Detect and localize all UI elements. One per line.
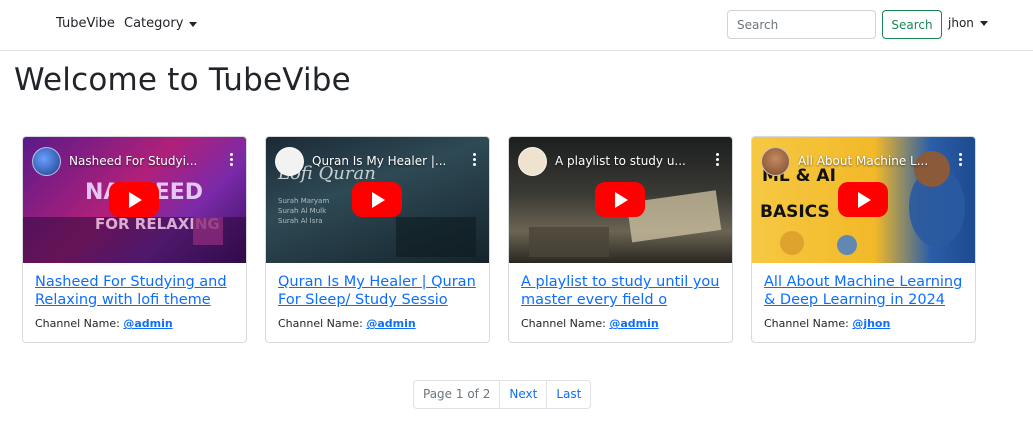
chevron-down-icon: [979, 21, 988, 26]
page-title: Welcome to TubeVibe: [14, 62, 351, 98]
next-page-button[interactable]: Next: [500, 381, 548, 408]
video-card: NASHEED FOR RELAXING Nasheed For Studyi.…: [22, 136, 247, 343]
last-page-button[interactable]: Last: [547, 381, 590, 408]
user-dropdown[interactable]: jhon: [948, 16, 988, 30]
channel-label: Channel Name:: [521, 317, 606, 330]
page-indicator: Page 1 of 2: [414, 381, 501, 408]
category-dropdown[interactable]: Category: [124, 16, 198, 31]
svg-text:Surah Maryam: Surah Maryam: [278, 197, 329, 205]
thumbnail-title: A playlist to study u...: [555, 154, 686, 168]
video-thumbnail[interactable]: BASICS ML & AI All About Machine L...: [752, 137, 975, 263]
navbar: TubeVibe Category Search jhon: [0, 0, 1033, 51]
channel-avatar: [518, 147, 547, 176]
channel-label: Channel Name:: [764, 317, 849, 330]
svg-text:Surah Al Mulk: Surah Al Mulk: [278, 207, 327, 215]
svg-text:Surah Al Isra: Surah Al Isra: [278, 217, 323, 225]
play-button-icon[interactable]: [595, 182, 645, 217]
channel-link[interactable]: @admin: [366, 317, 415, 330]
brand-link[interactable]: TubeVibe: [56, 16, 115, 31]
channel-label: Channel Name:: [35, 317, 120, 330]
play-button-icon[interactable]: [838, 182, 888, 217]
video-card: A playlist to study u... A playlist to s…: [508, 136, 733, 343]
search-button[interactable]: Search: [882, 10, 942, 39]
channel-info: Channel Name: @admin: [35, 317, 234, 330]
play-button-icon[interactable]: [352, 182, 402, 217]
thumbnail-title: Nasheed For Studyi...: [69, 154, 198, 168]
more-options-icon[interactable]: [230, 153, 234, 167]
video-title-link[interactable]: Nasheed For Studying and Relaxing with l…: [35, 273, 234, 309]
thumbnail-title: All About Machine L...: [798, 154, 929, 168]
channel-info: Channel Name: @admin: [278, 317, 477, 330]
more-options-icon[interactable]: [473, 153, 477, 167]
channel-avatar: [32, 147, 61, 176]
video-card: Lofi Quran Surah Maryam Surah Al Mulk Su…: [265, 136, 490, 343]
video-thumbnail[interactable]: Lofi Quran Surah Maryam Surah Al Mulk Su…: [266, 137, 489, 263]
channel-info: Channel Name: @jhon: [764, 317, 963, 330]
video-card: BASICS ML & AI All About Machine L... Al…: [751, 136, 976, 343]
channel-label: Channel Name:: [278, 317, 363, 330]
category-label: Category: [124, 16, 184, 31]
channel-avatar: [275, 147, 304, 176]
chevron-down-icon: [189, 21, 198, 27]
more-options-icon[interactable]: [716, 153, 720, 167]
video-thumbnail[interactable]: A playlist to study u...: [509, 137, 732, 263]
video-thumbnail[interactable]: NASHEED FOR RELAXING Nasheed For Studyi.…: [23, 137, 246, 263]
thumbnail-title: Quran Is My Healer |...: [312, 154, 447, 168]
search-input[interactable]: [727, 10, 876, 39]
pagination: Page 1 of 2 Next Last: [413, 380, 592, 409]
video-title-link[interactable]: A playlist to study until you master eve…: [521, 273, 720, 309]
channel-link[interactable]: @admin: [123, 317, 172, 330]
channel-link[interactable]: @admin: [609, 317, 658, 330]
play-button-icon[interactable]: [109, 182, 159, 217]
more-options-icon[interactable]: [959, 153, 963, 167]
user-name: jhon: [948, 16, 974, 30]
channel-avatar: [761, 147, 790, 176]
svg-text:BASICS: BASICS: [760, 202, 830, 222]
video-title-link[interactable]: All About Machine Learning & Deep Learni…: [764, 273, 963, 309]
channel-info: Channel Name: @admin: [521, 317, 720, 330]
video-title-link[interactable]: Quran Is My Healer | Quran For Sleep/ St…: [278, 273, 477, 309]
channel-link[interactable]: @jhon: [852, 317, 890, 330]
